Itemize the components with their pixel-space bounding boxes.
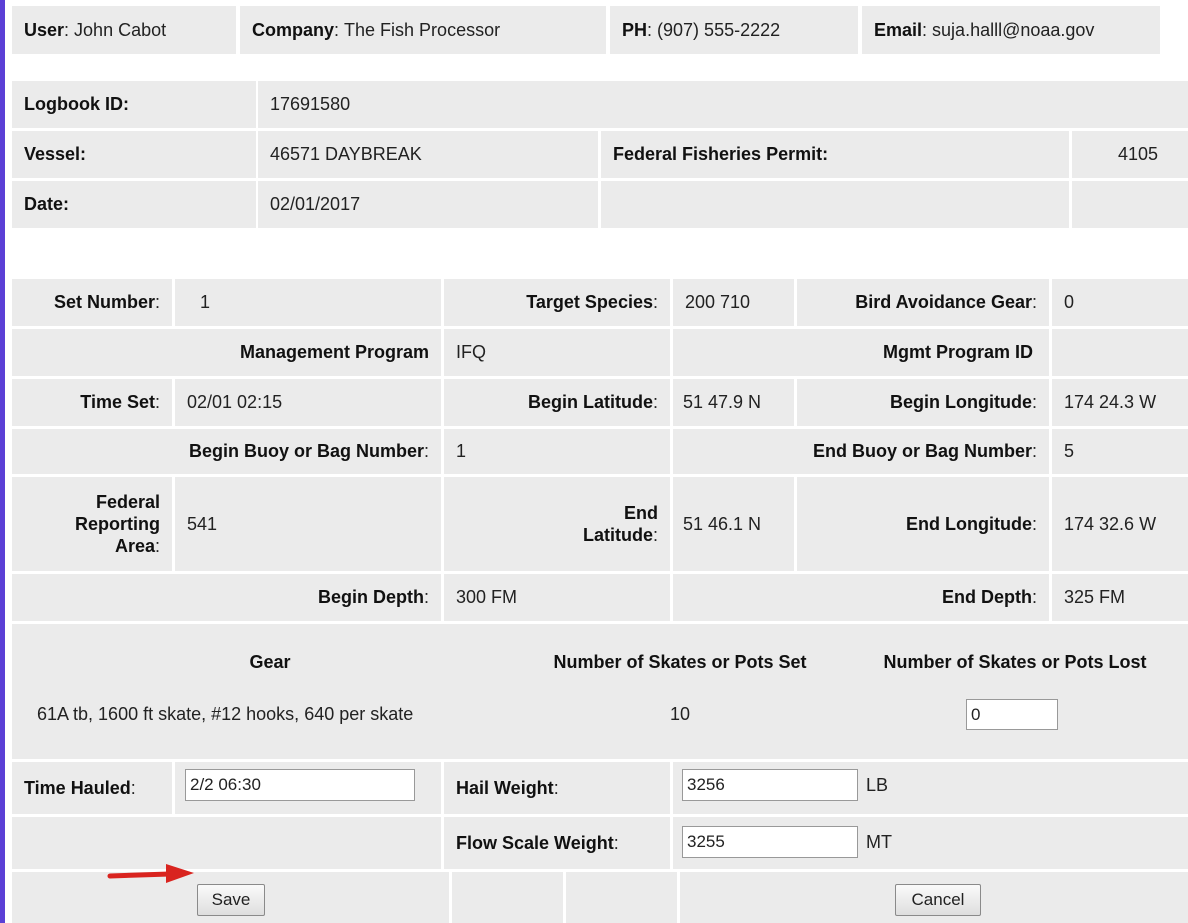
flow-scale-unit: MT xyxy=(866,831,892,852)
fed-area-label-line3: Area xyxy=(114,536,155,556)
end-depth-label: End Depth xyxy=(941,587,1032,607)
begin-lat-label-cell: Begin Latitude: xyxy=(444,379,670,426)
email-label: Email xyxy=(874,19,923,40)
permit-value: 4105 xyxy=(1072,131,1188,178)
company-value: The Fish Processor xyxy=(344,19,501,40)
end-lat-label-line2: Latitude xyxy=(582,525,653,545)
end-lon-value: 174 32.6 W xyxy=(1052,477,1188,571)
bird-gear-value: 0 xyxy=(1052,279,1188,326)
logbook-id-value: 17691580 xyxy=(258,81,1188,128)
pots-lost-header: Number of Skates or Pots Lost xyxy=(883,651,1147,672)
action-cell-2 xyxy=(452,872,563,923)
user-value: John Cabot xyxy=(74,19,167,40)
company-label: Company xyxy=(252,19,335,40)
time-hauled-label: Time Hauled xyxy=(24,777,131,798)
end-depth-label-cell: End Depth: xyxy=(673,574,1049,621)
begin-buoy-label: Begin Buoy or Bag Number xyxy=(188,441,424,461)
user-label: User xyxy=(24,19,65,40)
end-lat-label-cell: End Latitude: xyxy=(444,477,670,571)
end-lon-label: End Longitude xyxy=(906,513,1032,534)
end-buoy-label: End Buoy or Bag Number xyxy=(812,441,1032,461)
hail-weight-input[interactable] xyxy=(682,769,858,801)
end-buoy-label-cell: End Buoy or Bag Number: xyxy=(673,429,1049,474)
mgmt-program-value: IFQ xyxy=(444,329,670,376)
mgmt-program-id-value xyxy=(1052,329,1188,376)
time-hauled-label-cell: Time Hauled: xyxy=(12,762,172,814)
phone-value: (907) 555-2222 xyxy=(657,19,781,40)
bird-gear-label-cell: Bird Avoidance Gear: xyxy=(797,279,1049,326)
hail-weight-unit: LB xyxy=(866,774,889,795)
action-cell-3 xyxy=(566,872,677,923)
begin-buoy-label-cell: Begin Buoy or Bag Number: xyxy=(12,429,441,474)
begin-depth-label-cell: Begin Depth: xyxy=(12,574,441,621)
fed-area-label-cell: Federal Reporting Area: xyxy=(12,477,172,571)
begin-lon-value: 174 24.3 W xyxy=(1052,379,1188,426)
header-user: User: John Cabot xyxy=(12,6,236,54)
red-arrow-icon xyxy=(107,864,194,883)
bird-gear-label: Bird Avoidance Gear xyxy=(855,292,1032,312)
email-value: suja.halll@noaa.gov xyxy=(932,19,1095,40)
date-empty-2 xyxy=(1072,181,1188,228)
hail-weight-label: Hail Weight xyxy=(456,777,554,798)
permit-label: Federal Fisheries Permit: xyxy=(601,131,1069,178)
mgmt-program-label: Management Program xyxy=(12,329,441,376)
end-lat-value: 51 46.1 N xyxy=(673,477,794,571)
end-buoy-value: 5 xyxy=(1052,429,1188,474)
end-depth-value: 325 FM xyxy=(1052,574,1188,621)
pots-set-header: Number of Skates or Pots Set xyxy=(553,651,807,672)
gear-value: 61A tb, 1600 ft skate, #12 hooks, 640 pe… xyxy=(37,703,414,724)
logbook-id-label: Logbook ID: xyxy=(12,81,256,128)
cancel-button[interactable]: Cancel xyxy=(895,884,981,916)
begin-depth-value: 300 FM xyxy=(444,574,670,621)
begin-buoy-value: 1 xyxy=(444,429,670,474)
set-number-label: Set Number xyxy=(53,292,155,312)
end-lat-label-line1: End xyxy=(624,503,658,523)
date-label: Date: xyxy=(12,181,256,228)
begin-lon-label: Begin Longitude xyxy=(890,392,1032,412)
date-empty-1 xyxy=(601,181,1069,228)
vessel-value: 46571 DAYBREAK xyxy=(258,131,598,178)
time-set-label: Time Set xyxy=(80,392,155,412)
end-lon-label-cell: End Longitude: xyxy=(797,477,1049,571)
pots-lost-input[interactable] xyxy=(966,699,1058,730)
time-set-label-cell: Time Set: xyxy=(12,379,172,426)
target-species-label: Target Species xyxy=(526,292,653,312)
begin-lat-label: Begin Latitude xyxy=(527,392,653,412)
target-species-label-cell: Target Species: xyxy=(444,279,670,326)
gear-block xyxy=(12,624,1188,759)
fed-area-value: 541 xyxy=(175,477,441,571)
flow-scale-label-cell: Flow Scale Weight: xyxy=(444,817,670,869)
left-accent-bar xyxy=(0,0,5,923)
haul-empty-cell xyxy=(12,817,441,869)
flow-scale-input[interactable] xyxy=(682,826,858,858)
fed-area-label-line1: Federal xyxy=(95,492,160,512)
date-value: 02/01/2017 xyxy=(258,181,598,228)
header-email: Email: suja.halll@noaa.gov xyxy=(862,6,1160,54)
time-hauled-input[interactable] xyxy=(185,769,415,801)
save-button[interactable]: Save xyxy=(197,884,265,916)
target-species-value: 200 710 xyxy=(673,279,794,326)
begin-lon-label-cell: Begin Longitude: xyxy=(797,379,1049,426)
phone-label: PH xyxy=(622,19,648,40)
set-number-label-cell: Set Number: xyxy=(12,279,172,326)
vessel-label: Vessel: xyxy=(12,131,256,178)
pots-set-value: 10 xyxy=(669,703,691,724)
header-company: Company: The Fish Processor xyxy=(240,6,606,54)
mgmt-program-id-label: Mgmt Program ID xyxy=(673,329,1049,376)
time-set-value: 02/01 02:15 xyxy=(175,379,441,426)
hail-weight-label-cell: Hail Weight: xyxy=(444,762,670,814)
flow-scale-label: Flow Scale Weight xyxy=(456,832,614,853)
header-phone: PH: (907) 555-2222 xyxy=(610,6,858,54)
gear-header: Gear xyxy=(249,651,291,672)
begin-depth-label: Begin Depth xyxy=(317,587,424,607)
begin-lat-value: 51 47.9 N xyxy=(673,379,794,426)
fed-area-label-line2: Reporting xyxy=(75,514,160,534)
set-number-value: 1 xyxy=(175,279,441,326)
